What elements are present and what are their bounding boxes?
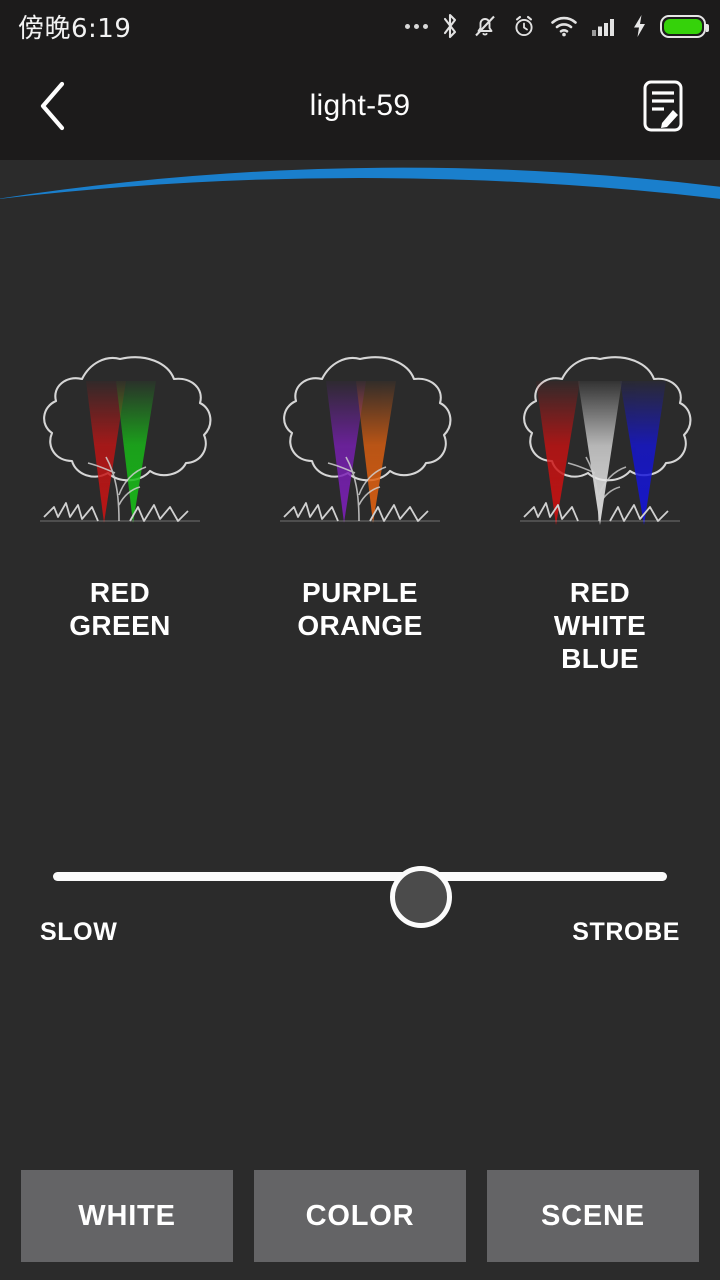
back-button[interactable] (22, 75, 84, 137)
app-header: light-59 (0, 52, 720, 160)
chevron-left-icon (40, 81, 65, 131)
slider-max-label: STROBE (572, 918, 680, 946)
mode-tabs: WHITE COLOR SCENE (0, 1170, 720, 1262)
app-root: 傍晚6:19 light-59 RED GREEN PURPLE ORANGE … (0, 0, 720, 1280)
edit-button[interactable] (632, 75, 694, 137)
scene-label-line: RED (89, 577, 151, 608)
more-dots-icon (405, 23, 428, 29)
tab-white-label: WHITE (78, 1199, 176, 1232)
tab-white[interactable]: WHITE (21, 1170, 233, 1262)
scene-label-red-white-blue: RED WHITE BLUE (554, 576, 646, 675)
scene-label-line: RED (569, 577, 631, 608)
scene-grid: RED GREEN PURPLE ORANGE RED WHITE BLUE (0, 345, 720, 675)
battery-level (664, 18, 702, 34)
tab-scene[interactable]: SCENE (487, 1170, 699, 1262)
scene-item-red-green[interactable]: RED GREEN (5, 345, 235, 642)
status-bar: 傍晚6:19 (0, 0, 720, 52)
scene-label-line: GREEN (69, 610, 171, 641)
scene-art-red-green (40, 356, 212, 523)
cellular-signal-icon (591, 14, 619, 38)
scene-label-line: WHITE (553, 610, 647, 641)
tab-color-label: COLOR (305, 1199, 415, 1232)
scene-item-purple-orange[interactable]: PURPLE ORANGE (245, 345, 475, 642)
tab-scene-label: SCENE (541, 1199, 645, 1232)
charging-bolt-icon (632, 14, 647, 38)
scene-art-red-white-blue (520, 356, 692, 525)
slider-range-labels: SLOW STROBE (0, 918, 720, 947)
slider-track[interactable] (53, 866, 667, 928)
status-time: 傍晚6:19 (18, 13, 132, 44)
tab-color[interactable]: COLOR (254, 1170, 466, 1262)
alarm-clock-icon (511, 13, 537, 39)
bluetooth-icon (441, 13, 459, 39)
status-icons (405, 13, 709, 39)
scene-label-purple-orange: PURPLE ORANGE (297, 576, 422, 642)
document-edit-icon (643, 80, 683, 132)
page-title: light-59 (309, 89, 411, 122)
scene-label-line: PURPLE (302, 577, 418, 608)
scene-item-red-white-blue[interactable]: RED WHITE BLUE (485, 345, 715, 675)
slider-min-label: SLOW (40, 918, 118, 946)
scene-label-red-green: RED GREEN (69, 576, 171, 642)
scene-label-line: BLUE (561, 643, 639, 674)
bell-muted-icon (472, 13, 498, 39)
scene-label-line: ORANGE (297, 610, 423, 641)
scene-art-purple-orange (280, 356, 452, 523)
wifi-icon (550, 14, 578, 38)
speed-slider[interactable]: SLOW STROBE (0, 846, 720, 966)
battery-icon (660, 14, 709, 38)
